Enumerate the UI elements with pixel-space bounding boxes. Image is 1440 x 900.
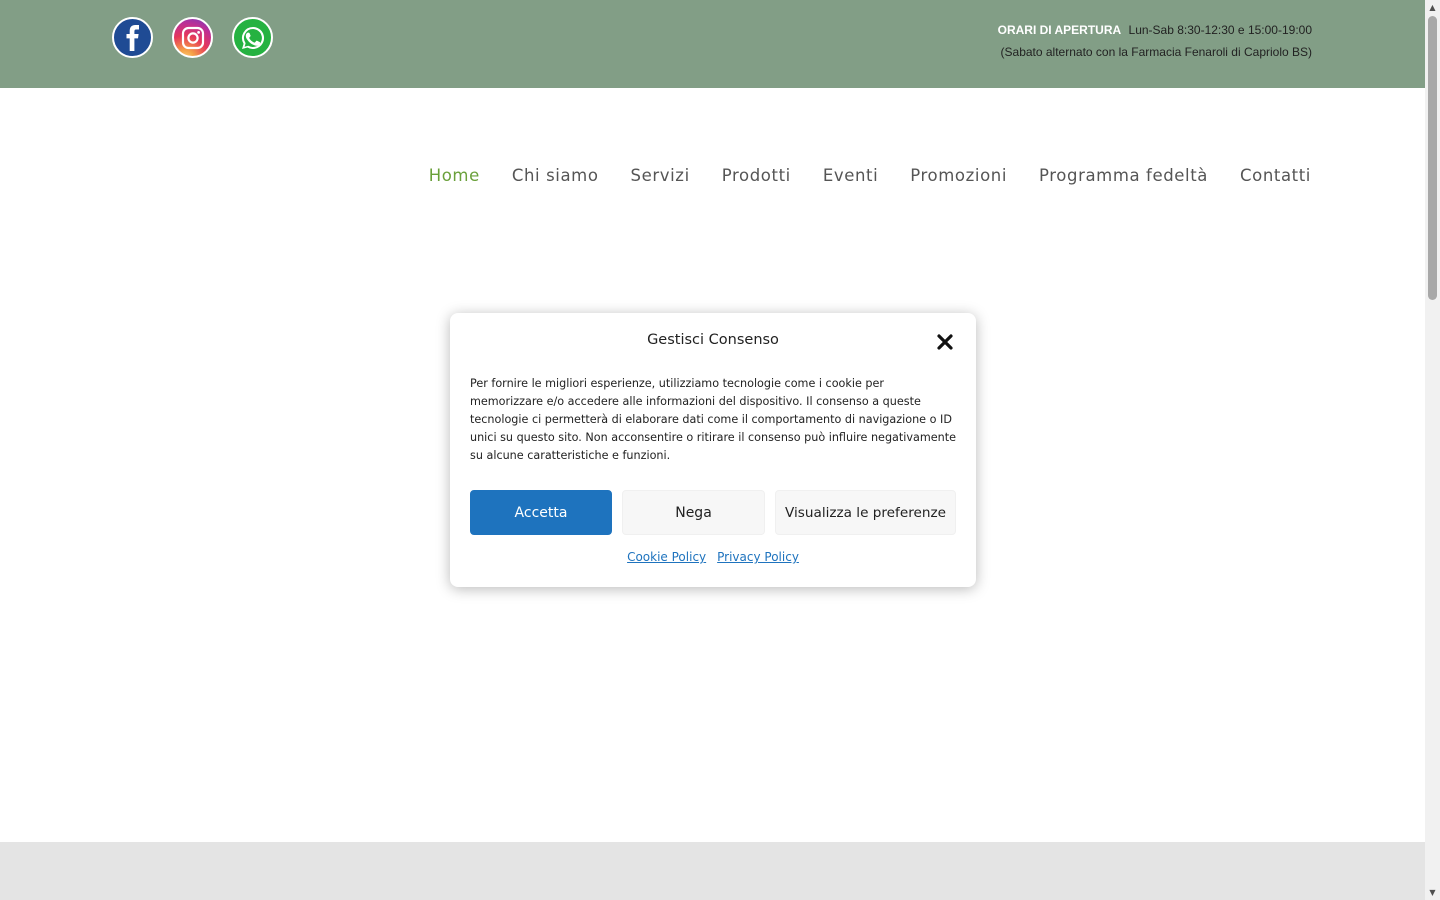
nav-prodotti[interactable]: Prodotti: [722, 166, 791, 185]
page: ORARI DI APERTURA Lun-Sab 8:30-12:30 e 1…: [0, 0, 1425, 900]
scroll-up-arrow-icon[interactable]: ▲: [1425, 0, 1440, 15]
nav-servizi[interactable]: Servizi: [631, 166, 690, 185]
instagram-icon[interactable]: [172, 17, 213, 58]
consent-text: Per fornire le migliori esperienze, util…: [470, 377, 957, 462]
nav-promozioni[interactable]: Promozioni: [910, 166, 1007, 185]
nav-contatti[interactable]: Contatti: [1240, 166, 1311, 185]
nav-eventi[interactable]: Eventi: [823, 166, 878, 185]
scrollbar[interactable]: ▲ ▼: [1425, 0, 1440, 900]
main-nav: Home Chi siamo Servizi Prodotti Eventi P…: [429, 166, 1311, 185]
nav-home[interactable]: Home: [429, 166, 480, 185]
nav-programma-fedelta[interactable]: Programma fedeltà: [1039, 166, 1208, 185]
consent-title: Gestisci Consenso: [647, 332, 779, 348]
cookie-policy-link[interactable]: Cookie Policy: [627, 550, 706, 564]
opening-hours: ORARI DI APERTURA Lun-Sab 8:30-12:30 e 1…: [998, 19, 1312, 63]
opening-hours-note: (Sabato alternato con la Farmacia Fenaro…: [1000, 45, 1312, 59]
policy-links: Cookie Policy Privacy Policy: [450, 550, 976, 564]
scroll-thumb[interactable]: [1428, 16, 1437, 300]
footer: [0, 842, 1425, 900]
accept-button[interactable]: Accetta: [470, 490, 612, 535]
whatsapp-icon[interactable]: [232, 17, 273, 58]
top-bar: ORARI DI APERTURA Lun-Sab 8:30-12:30 e 1…: [0, 0, 1425, 88]
privacy-policy-link[interactable]: Privacy Policy: [717, 550, 799, 564]
close-icon[interactable]: [934, 331, 956, 353]
deny-button[interactable]: Nega: [622, 490, 765, 535]
consent-modal: Gestisci Consenso Per fornire le miglior…: [450, 313, 976, 587]
facebook-icon[interactable]: [112, 17, 153, 58]
opening-hours-label: ORARI DI APERTURA: [997, 23, 1122, 37]
scroll-down-arrow-icon[interactable]: ▼: [1425, 885, 1440, 900]
opening-hours-line: ORARI DI APERTURA Lun-Sab 8:30-12:30 e 1…: [998, 19, 1312, 41]
view-preferences-button[interactable]: Visualizza le preferenze: [775, 490, 956, 535]
nav-chi-siamo[interactable]: Chi siamo: [512, 166, 599, 185]
opening-hours-value: Lun-Sab 8:30-12:30 e 15:00-19:00: [1128, 23, 1312, 37]
